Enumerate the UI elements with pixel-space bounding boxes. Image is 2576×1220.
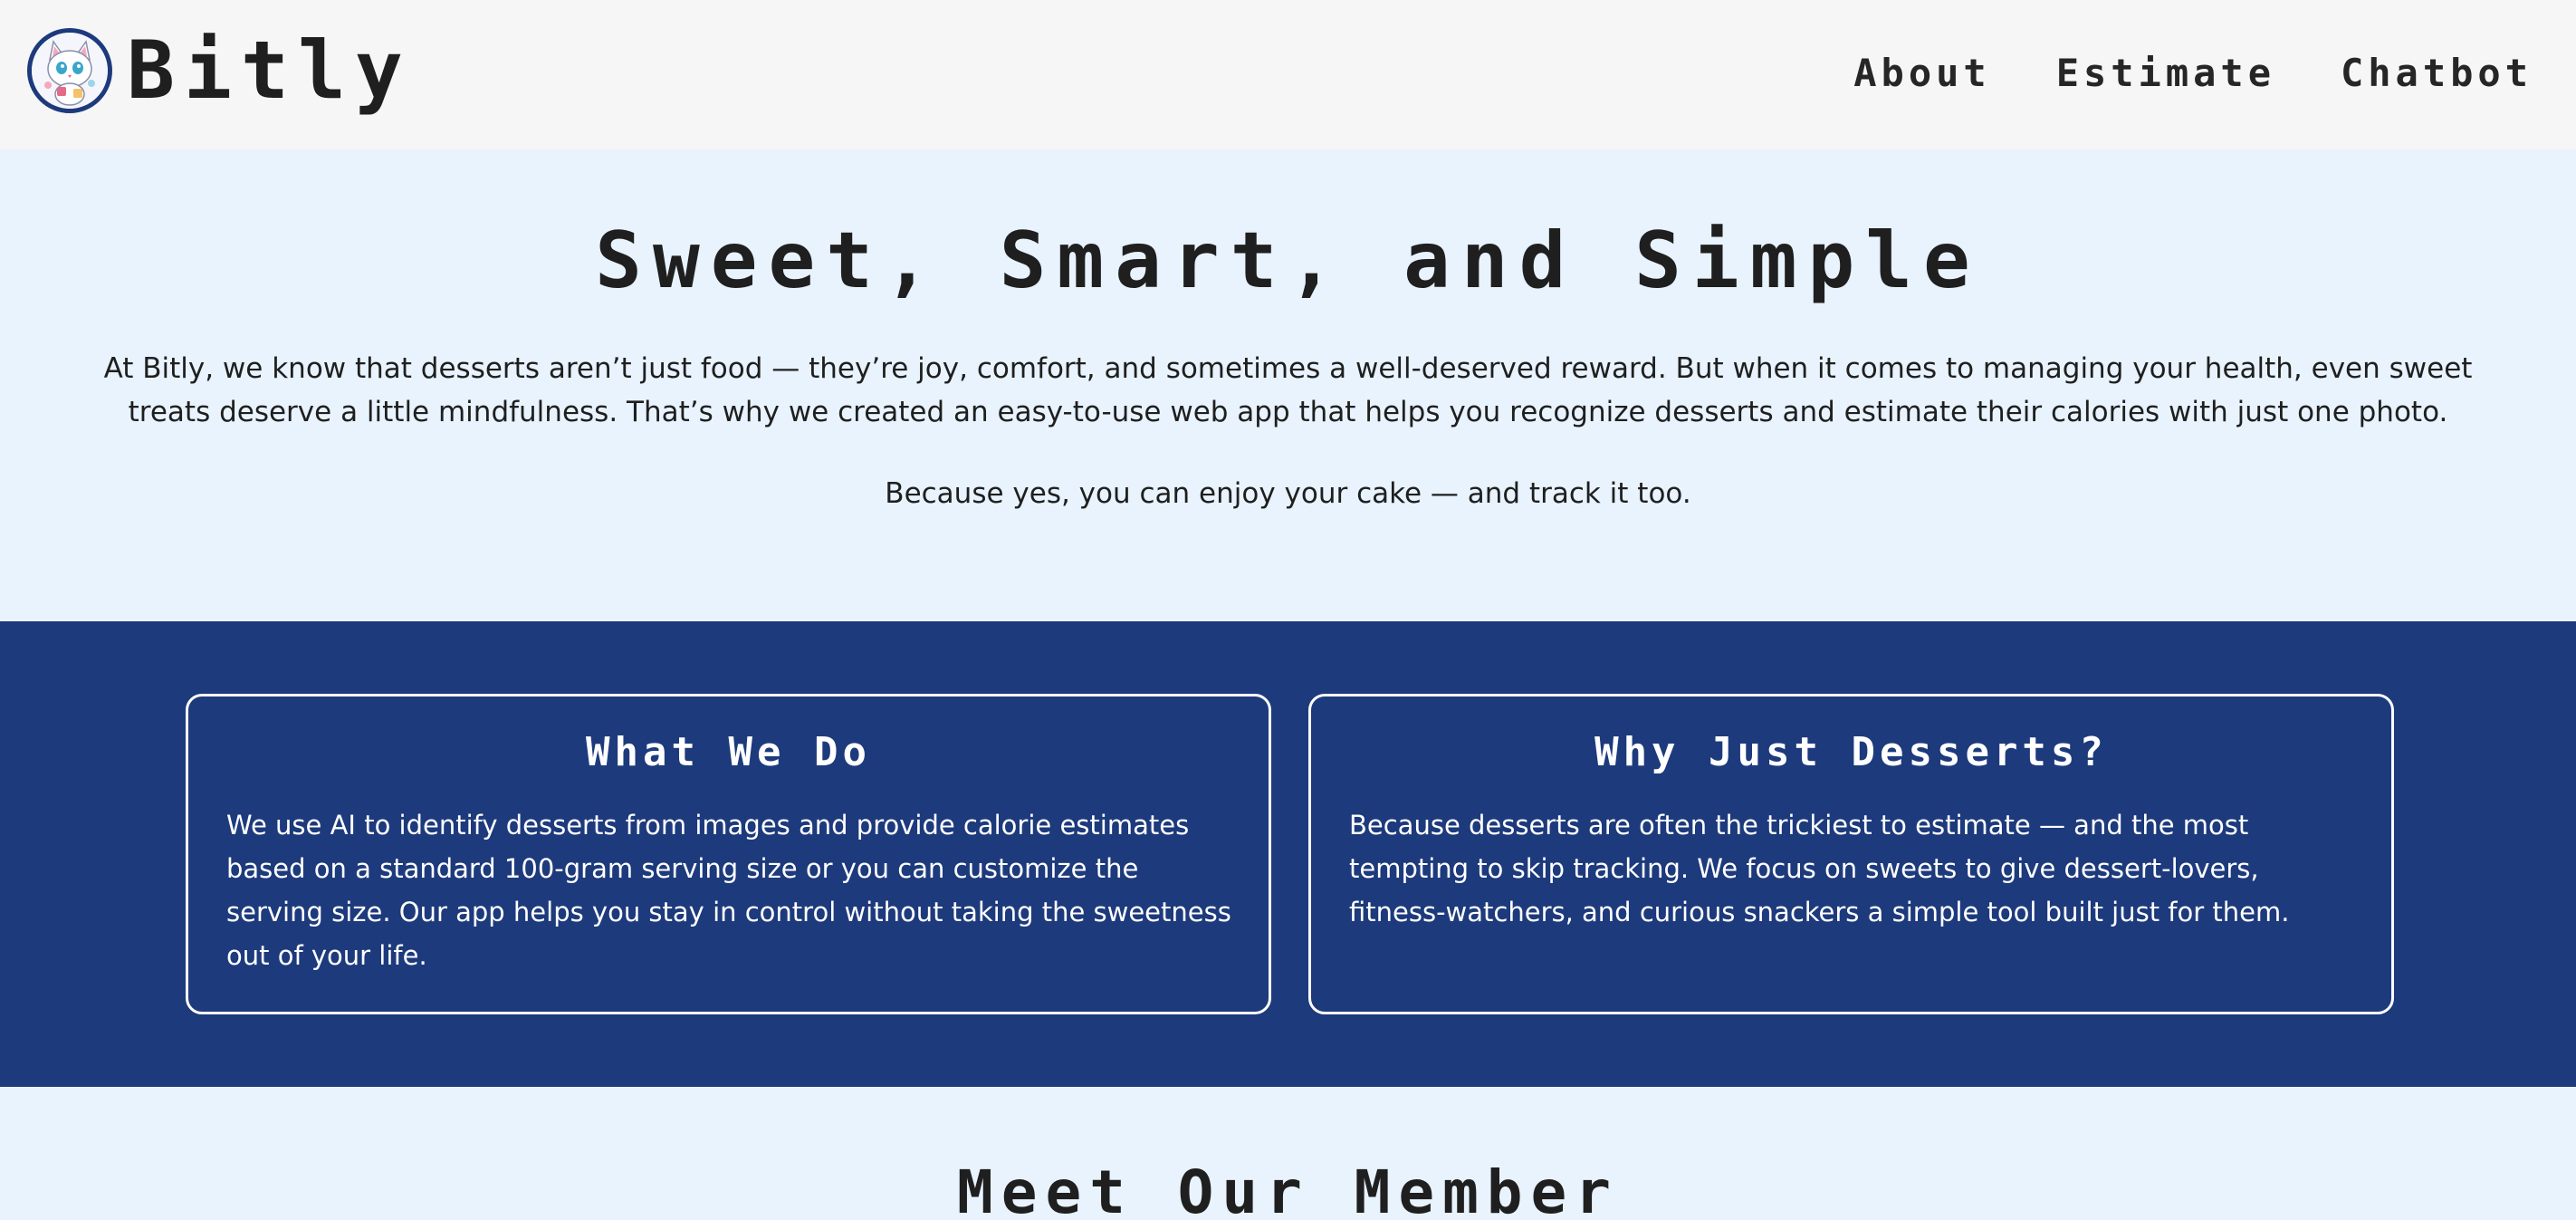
what-we-do-title: What We Do xyxy=(586,729,871,775)
features-section: What We Do We use AI to identify dessert… xyxy=(0,621,2576,1087)
hero-title: Sweet, Smart, and Simple xyxy=(595,216,1981,306)
members-title: Meet Our Member xyxy=(956,1158,1620,1220)
why-desserts-title: Why Just Desserts? xyxy=(1594,729,2108,775)
nav-link-chatbot[interactable]: Chatbot xyxy=(2341,51,2533,95)
nav-link-about[interactable]: About xyxy=(1853,51,1990,95)
why-desserts-text: Because desserts are often the trickiest… xyxy=(1349,810,2290,927)
navbar: Bitly About Estimate Chatbot xyxy=(0,0,2576,149)
what-we-do-text: We use AI to identify desserts from imag… xyxy=(226,810,1231,971)
why-desserts-card: Why Just Desserts? Because desserts are … xyxy=(1308,694,2394,1014)
what-we-do-card: What We Do We use AI to identify dessert… xyxy=(186,694,1271,1014)
hero-tagline: Because yes, you can enjoy your cake — a… xyxy=(885,477,1691,510)
hero-section: Sweet, Smart, and Simple At Bitly, we kn… xyxy=(0,149,2576,621)
nav-link-estimate[interactable]: Estimate xyxy=(2056,51,2275,95)
nav-links: About Estimate Chatbot xyxy=(1853,51,2533,95)
brand[interactable]: Bitly xyxy=(27,27,412,114)
cat-logo-icon xyxy=(27,28,112,113)
brand-name: Bitly xyxy=(127,24,412,117)
hero-description: At Bitly, we know that desserts aren’t j… xyxy=(103,352,2473,428)
members-section: Meet Our Member xyxy=(0,1087,2576,1220)
